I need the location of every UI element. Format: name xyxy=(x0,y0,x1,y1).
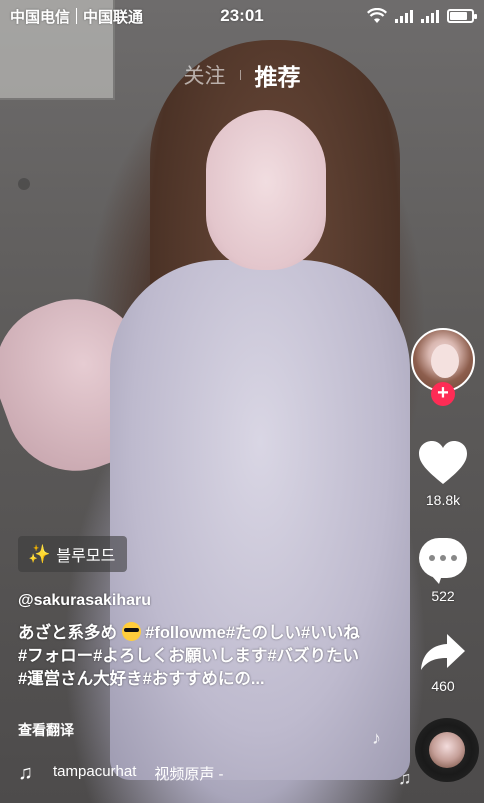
floating-note-icon: ♪ xyxy=(372,728,381,748)
wifi-icon xyxy=(367,8,387,23)
video-subject-body xyxy=(110,260,410,780)
signal-icon xyxy=(421,9,439,23)
music-disc-cover xyxy=(429,732,465,768)
music-info[interactable]: ♫ tampacurhat 视频原声 - xyxy=(18,762,224,785)
battery-icon xyxy=(447,9,477,23)
follow-plus-icon[interactable]: + xyxy=(431,382,455,406)
video-subject-face xyxy=(206,110,326,270)
feed-tabs: 关注 推荐 xyxy=(0,58,484,92)
music-disc[interactable] xyxy=(415,718,479,782)
tab-recommended[interactable]: 推荐 xyxy=(255,58,301,92)
effect-badge-label: 블루모드 xyxy=(56,548,116,565)
tab-following[interactable]: 关注 xyxy=(184,60,226,90)
share-arrow-icon xyxy=(421,634,465,670)
share-count: 460 xyxy=(431,678,455,694)
signal-icon xyxy=(395,9,413,23)
creator-avatar-group: + xyxy=(407,328,479,410)
status-bar: 中国电信 中国联通 23:01 xyxy=(0,0,484,32)
music-author: tampacurhat xyxy=(53,763,137,780)
translate-link[interactable]: 查看翻译 xyxy=(18,720,74,740)
floating-note-icon: ♫ xyxy=(398,768,412,788)
carrier-1: 中国电信 xyxy=(10,8,71,26)
like-count: 18.8k xyxy=(425,492,461,508)
comment-icon xyxy=(419,538,467,584)
carrier-info: 中国电信 中国联通 xyxy=(10,6,143,27)
comment-button[interactable]: 522 xyxy=(407,538,479,604)
effect-badge[interactable]: ✨ 블루모드 xyxy=(18,536,128,572)
share-button[interactable]: 460 xyxy=(407,632,479,694)
sunglasses-emoji-icon xyxy=(121,622,141,641)
music-title: 视频原声 - xyxy=(154,766,224,783)
carrier-2: 中国联通 xyxy=(83,8,144,26)
like-button[interactable]: 18.8k xyxy=(407,440,479,508)
wall-dot xyxy=(18,178,30,190)
magic-wand-icon: ✨ xyxy=(28,543,51,564)
carrier-divider xyxy=(76,8,78,24)
music-track: tampacurhat 视频原声 - xyxy=(53,763,224,784)
tab-divider xyxy=(239,70,241,80)
music-note-icon: ♫ xyxy=(18,762,33,784)
caption-text: あざと系多め xyxy=(18,624,117,642)
comment-count: 522 xyxy=(431,588,455,604)
post-caption[interactable]: あざと系多め #followme#たのしい#いいね#フォロー#よろしくお願いしま… xyxy=(18,622,363,691)
creator-username[interactable]: @sakurasakiharu xyxy=(18,592,151,610)
heart-icon xyxy=(419,441,467,484)
status-icons xyxy=(367,8,477,24)
